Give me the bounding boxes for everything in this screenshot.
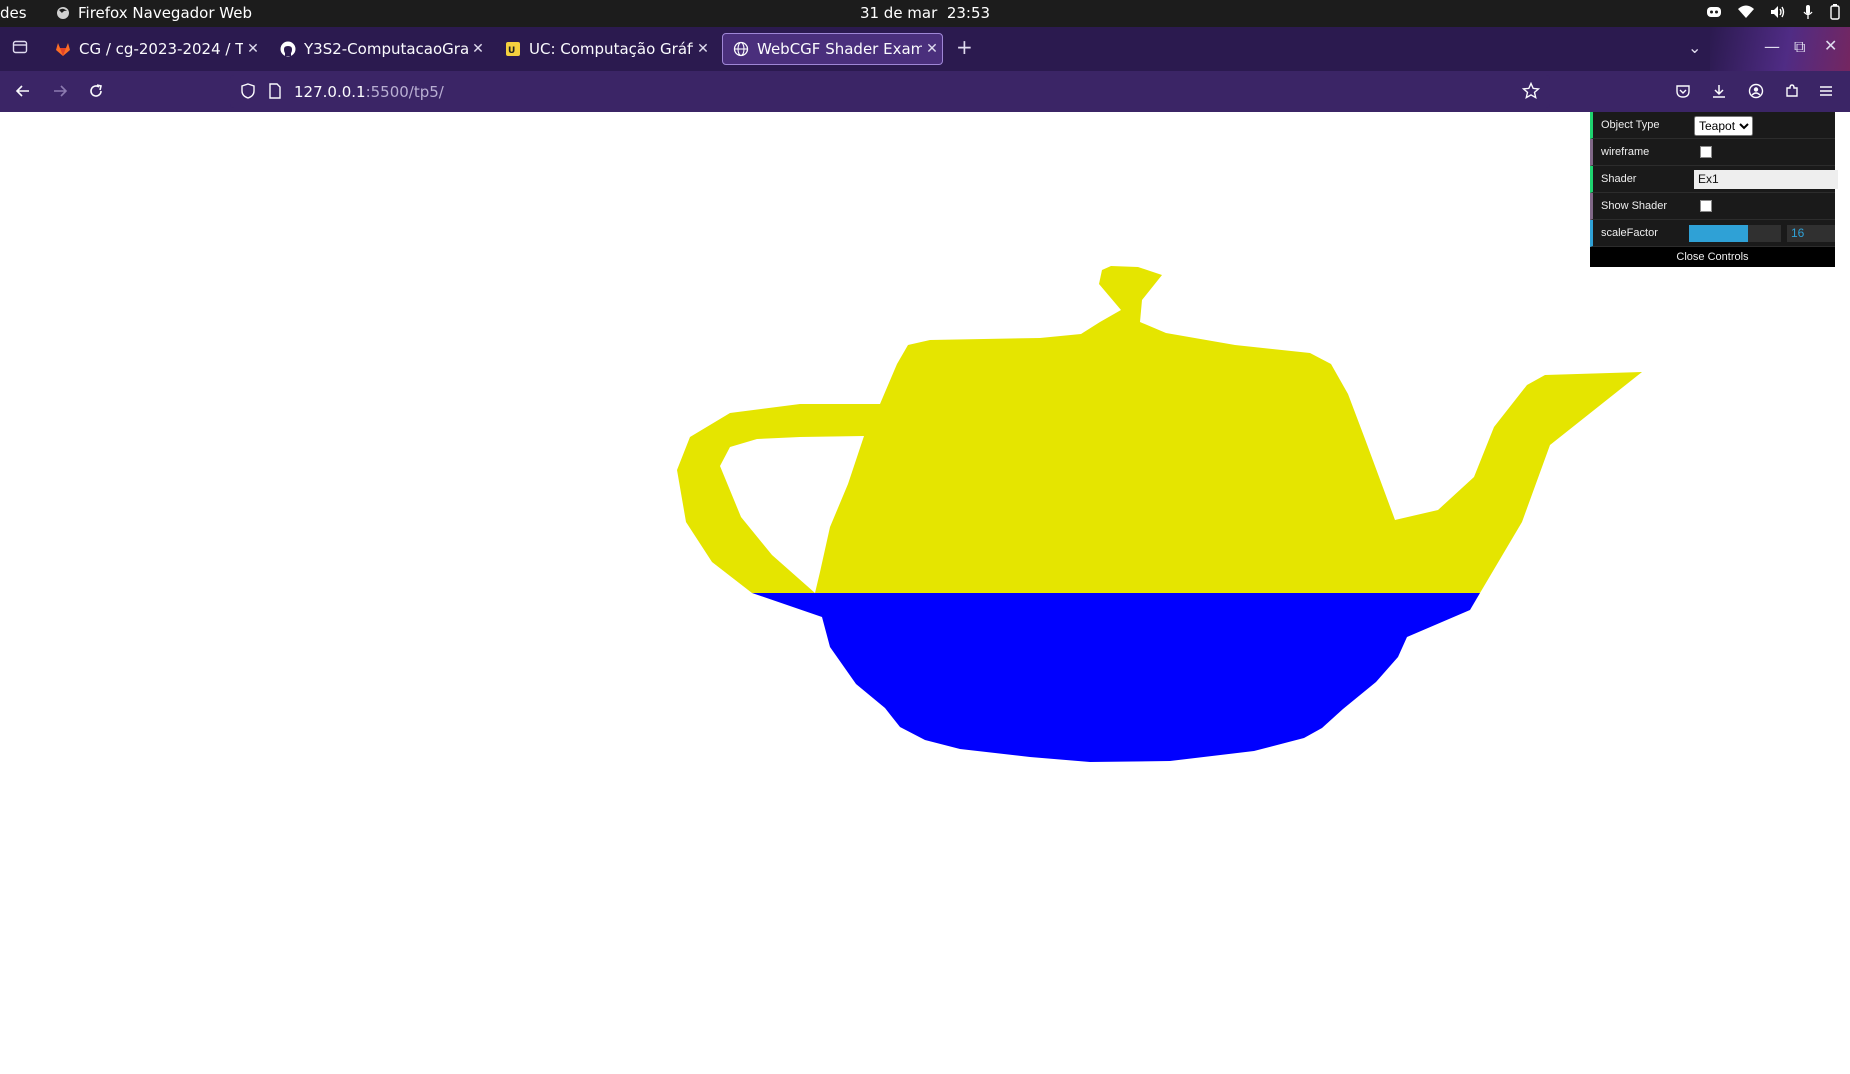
wifi-icon[interactable] [1738,5,1754,19]
close-tab-icon[interactable]: ✕ [922,41,942,57]
extensions-button[interactable] [1781,80,1803,102]
svg-text:U: U [508,46,515,56]
close-icon: ✕ [1824,36,1838,55]
uc-icon: U [505,41,521,57]
tab-gitlab[interactable]: CG / cg-2023-2024 / T04 / ✕ [45,33,263,65]
wireframe-checkbox[interactable] [1700,146,1712,158]
system-tray[interactable] [1706,4,1840,20]
clock-date: 31 de mar [859,4,938,22]
url-path: :5500/tp5/ [365,83,444,101]
page-icon[interactable] [268,83,282,99]
firefox-view-icon [12,40,28,54]
downloads-button[interactable] [1708,80,1730,102]
page-content: Object Type Teapot wireframe Shader Ex1 … [0,112,1850,1074]
clock-time: 23:53 [946,4,991,22]
volume-icon[interactable] [1770,5,1786,19]
show-shader-row: Show Shader [1590,193,1835,220]
teapot-lower-half [752,593,1480,762]
tab-title: Y3S2-ComputacaoGrafica [304,40,468,58]
account-icon [1748,83,1764,99]
shader-select[interactable]: Ex1 [1694,170,1838,189]
forward-button[interactable] [49,80,71,102]
wireframe-label: wireframe [1601,146,1650,158]
system-top-bar: des Firefox Navegador Web 31 de mar 23:5… [0,0,1850,27]
webgl-canvas[interactable] [0,112,1850,1074]
controls-panel: Object Type Teapot wireframe Shader Ex1 … [1590,112,1838,267]
tab-github[interactable]: Y3S2-ComputacaoGrafica ✕ [270,33,488,65]
close-tab-icon[interactable]: ✕ [468,41,488,57]
arrow-left-icon [15,85,29,97]
pocket-icon [1676,85,1690,98]
url-host: 127.0.0.1 [294,83,366,101]
menu-button[interactable] [1815,80,1837,102]
show-shader-label: Show Shader [1601,200,1668,212]
chevron-down-icon: ⌄ [1688,38,1702,57]
account-button[interactable] [1745,80,1767,102]
list-tabs-button[interactable]: ⌄ [1688,38,1701,57]
tab-title: CG / cg-2023-2024 / T04 / [79,40,243,58]
restore-icon: ⧉ [1794,37,1806,56]
tab-webcgf[interactable]: WebCGF Shader Example ✕ [722,33,943,65]
github-icon [280,41,296,57]
teapot-model [677,266,1642,762]
scale-factor-slider[interactable] [1689,225,1781,242]
close-controls-button[interactable]: Close Controls [1590,247,1835,267]
new-tab-button[interactable]: + [956,35,973,59]
download-icon [1713,85,1725,98]
tab-strip: CG / cg-2023-2024 / T04 / ✕ Y3S2-Computa… [0,27,1850,71]
reload-button[interactable] [85,80,107,102]
shader-label: Shader [1601,173,1637,185]
scale-factor-slider-fill [1689,225,1748,242]
url-bar[interactable]: 127.0.0.1:5500/tp5/ [230,75,1550,108]
scale-factor-input[interactable]: 16 [1787,225,1835,242]
object-type-select[interactable]: Teapot [1694,116,1753,136]
tab-title: WebCGF Shader Example [757,40,922,58]
object-type-row: Object Type Teapot [1590,112,1835,139]
discord-icon[interactable] [1706,5,1722,19]
scale-factor-row: scaleFactor 16 [1590,220,1835,247]
puzzle-icon [1786,84,1798,97]
gitlab-icon [55,41,71,57]
tab-uc[interactable]: U UC: Computação Gráfica ( ✕ [495,33,713,65]
tab-title: UC: Computação Gráfica ( [529,40,693,58]
back-button[interactable] [12,80,34,102]
globe-icon [733,41,749,57]
bookmark-star-icon[interactable] [1522,82,1540,100]
plus-icon: + [956,35,973,59]
url-text[interactable]: 127.0.0.1:5500/tp5/ [294,83,444,101]
minimize-button[interactable]: — [1764,37,1780,56]
firefox-view-button[interactable] [12,39,28,59]
scale-factor-label: scaleFactor [1601,227,1658,239]
arrow-right-icon [54,85,68,97]
object-type-label: Object Type [1601,119,1660,131]
microphone-icon[interactable] [1802,5,1814,19]
hamburger-menu-icon [1820,86,1832,96]
minimize-icon: — [1764,37,1780,56]
navigation-bar: 127.0.0.1:5500/tp5/ [0,71,1850,112]
show-shader-checkbox[interactable] [1700,200,1712,212]
close-tab-icon[interactable]: ✕ [693,41,713,57]
close-window-button[interactable]: ✕ [1824,36,1837,55]
restore-button[interactable]: ⧉ [1794,37,1805,57]
clock[interactable]: 31 de mar 23:53 [0,4,1850,22]
battery-icon[interactable] [1830,4,1840,20]
close-tab-icon[interactable]: ✕ [243,41,263,57]
reload-icon [90,84,102,97]
shader-row: Shader Ex1 [1590,166,1838,193]
shield-icon[interactable] [240,83,256,99]
wireframe-row: wireframe [1590,139,1835,166]
pocket-button[interactable] [1672,80,1694,102]
